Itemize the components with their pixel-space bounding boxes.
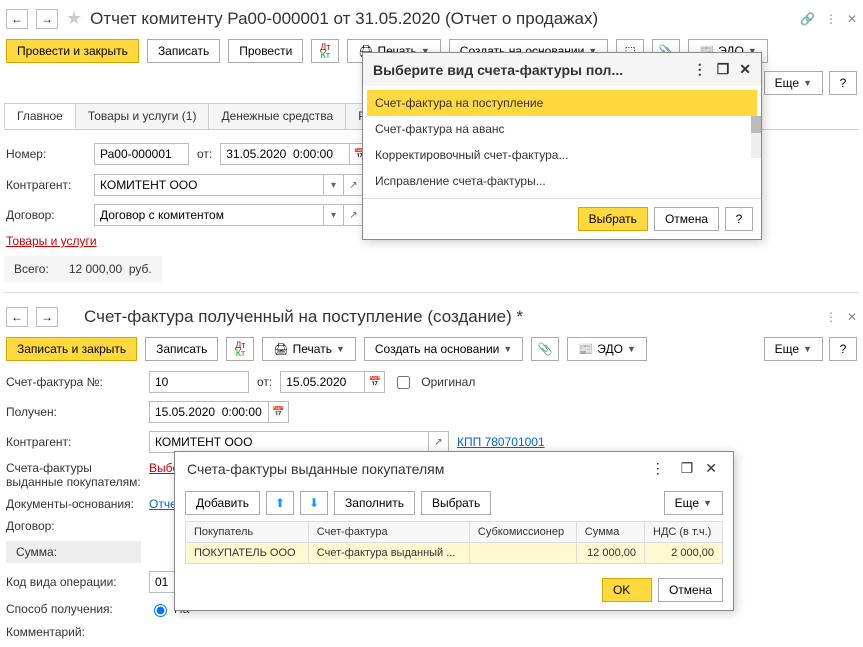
- nav-back[interactable]: ←: [6, 307, 28, 327]
- popup-close-icon[interactable]: ✕: [739, 61, 751, 78]
- col-sum[interactable]: Сумма: [576, 522, 644, 543]
- received-date-input[interactable]: [149, 401, 269, 423]
- lbl-received: Получен:: [6, 405, 141, 419]
- popup-more-icon[interactable]: ⋮: [693, 61, 707, 78]
- dropdown-icon[interactable]: ▾: [324, 174, 344, 196]
- nav-fwd[interactable]: →: [36, 307, 58, 327]
- save-and-close-button[interactable]: Записать и закрыть: [6, 337, 137, 361]
- col-buyer[interactable]: Покупатель: [186, 522, 309, 543]
- popup2-more-icon[interactable]: ⋮: [651, 460, 665, 477]
- kpp-link[interactable]: КПП 780701001: [457, 435, 545, 449]
- scrollbar[interactable]: [751, 116, 761, 158]
- more-button[interactable]: Еще ▼: [764, 71, 823, 95]
- popup-title: Выберите вид счета-фактуры пол...: [373, 62, 683, 78]
- more-button[interactable]: Еще ▼: [764, 337, 823, 361]
- lbl-sum: Сумма:: [6, 541, 141, 563]
- calendar-icon[interactable]: 📅: [269, 401, 289, 423]
- lbl-number: Номер:: [6, 147, 86, 161]
- lbl-from: от:: [257, 375, 272, 389]
- tab-main[interactable]: Главное: [4, 103, 76, 129]
- currency: руб.: [129, 262, 152, 276]
- lbl-original: Оригинал: [421, 375, 475, 389]
- popup2-title: Счета-фактуры выданные покупателям: [187, 461, 643, 477]
- dropdown-icon[interactable]: ▾: [324, 204, 344, 226]
- popup-cancel-button[interactable]: Отмена: [654, 207, 719, 231]
- open-icon[interactable]: ↗: [344, 204, 364, 226]
- save-button[interactable]: Записать: [145, 337, 218, 361]
- col-vat[interactable]: НДС (в т.ч.): [645, 522, 723, 543]
- goods-link[interactable]: Товары и услуги: [6, 234, 97, 248]
- close-icon[interactable]: ✕: [847, 310, 857, 324]
- lbl-contragent: Контрагент:: [6, 435, 141, 449]
- fill-button[interactable]: Заполнить: [334, 491, 415, 515]
- lbl-contract: Договор:: [6, 519, 141, 533]
- lbl-contract: Договор:: [6, 208, 86, 222]
- number-input[interactable]: [94, 143, 189, 165]
- lbl-from: от:: [197, 147, 212, 161]
- help-button[interactable]: ?: [829, 337, 857, 361]
- calendar-icon[interactable]: 📅: [365, 371, 385, 393]
- invoice-no-input[interactable]: [149, 371, 249, 393]
- contragent-input[interactable]: [149, 431, 429, 453]
- invoice-date-input[interactable]: [280, 371, 365, 393]
- tab-money[interactable]: Денежные средства: [208, 103, 346, 129]
- invoice-table: Покупатель Счет-фактура Субкомиссионер С…: [185, 521, 723, 564]
- popup-item-advance[interactable]: Счет-фактура на аванс: [367, 116, 757, 142]
- print-button[interactable]: 🖨 Печать ▼: [262, 337, 355, 361]
- ok-button[interactable]: OK: [602, 578, 652, 602]
- tab-goods[interactable]: Товары и услуги (1): [75, 103, 210, 129]
- post-button[interactable]: Провести: [228, 39, 303, 63]
- table-row[interactable]: ПОКУПАТЕЛЬ ООО Счет-фактура выданный ...…: [186, 543, 723, 564]
- popup2-close-icon[interactable]: ✕: [705, 460, 717, 477]
- date-input[interactable]: [220, 143, 350, 165]
- popup-item-receipt[interactable]: Счет-фактура на поступление: [367, 90, 757, 116]
- lbl-comment: Комментарий:: [6, 625, 141, 639]
- help-button[interactable]: ?: [829, 71, 857, 95]
- dtkt-button[interactable]: ДтКт: [311, 39, 339, 63]
- attach-button[interactable]: 📎: [531, 337, 559, 361]
- lbl-issued: Счета-фактуры выданные покупателям:: [6, 461, 141, 489]
- lbl-contragent: Контрагент:: [6, 178, 86, 192]
- lbl-total: Всего:: [14, 262, 49, 276]
- total-amount: 12 000,00: [69, 262, 122, 276]
- post-and-close-button[interactable]: Провести и закрыть: [6, 39, 139, 63]
- contragent-input[interactable]: [94, 174, 324, 196]
- create-based-button[interactable]: Создать на основании ▼: [364, 337, 523, 361]
- dtkt-button[interactable]: ДтКт: [226, 337, 254, 361]
- page-title: Счет-фактура полученный на поступление (…: [84, 307, 817, 327]
- link-icon[interactable]: 🔗: [800, 12, 815, 26]
- popup-help-button[interactable]: ?: [725, 207, 753, 231]
- nav-fwd[interactable]: →: [36, 9, 58, 29]
- more-button[interactable]: Еще ▼: [664, 491, 723, 515]
- nav-back[interactable]: ←: [6, 9, 28, 29]
- move-down-button[interactable]: ⬇: [300, 491, 328, 515]
- open-icon[interactable]: ↗: [344, 174, 364, 196]
- edo-button[interactable]: 📰 ЭДО ▼: [567, 337, 647, 361]
- popup-item-fix[interactable]: Исправление счета-фактуры...: [367, 168, 757, 194]
- lbl-receipt-method: Способ получения:: [6, 602, 141, 616]
- more-menu-icon[interactable]: ⋮: [825, 310, 837, 324]
- move-up-button[interactable]: ⬆: [266, 491, 294, 515]
- cancel-button[interactable]: Отмена: [658, 578, 723, 602]
- close-icon[interactable]: ✕: [847, 12, 857, 26]
- more-menu-icon[interactable]: ⋮: [825, 12, 837, 26]
- open-icon[interactable]: ↗: [429, 431, 449, 453]
- add-button[interactable]: Добавить: [185, 491, 260, 515]
- col-invoice[interactable]: Счет-фактура: [308, 522, 469, 543]
- star-icon[interactable]: ★: [66, 8, 82, 29]
- popup-restore-icon[interactable]: ❐: [717, 61, 730, 78]
- select-button[interactable]: Выбрать: [421, 491, 491, 515]
- lbl-docs: Документы-основания:: [6, 497, 141, 511]
- save-button[interactable]: Записать: [147, 39, 220, 63]
- page-title: Отчет комитенту Ра00-000001 от 31.05.202…: [90, 9, 792, 29]
- lbl-invoice-no: Счет-фактура №:: [6, 375, 141, 389]
- lbl-op-code: Код вида операции:: [6, 575, 141, 589]
- col-sub[interactable]: Субкомиссионер: [469, 522, 576, 543]
- popup2-restore-icon[interactable]: ❐: [681, 460, 694, 477]
- popup-item-correction[interactable]: Корректировочный счет-фактура...: [367, 142, 757, 168]
- contract-input[interactable]: [94, 204, 324, 226]
- original-checkbox[interactable]: [397, 376, 410, 389]
- popup-select-button[interactable]: Выбрать: [578, 207, 648, 231]
